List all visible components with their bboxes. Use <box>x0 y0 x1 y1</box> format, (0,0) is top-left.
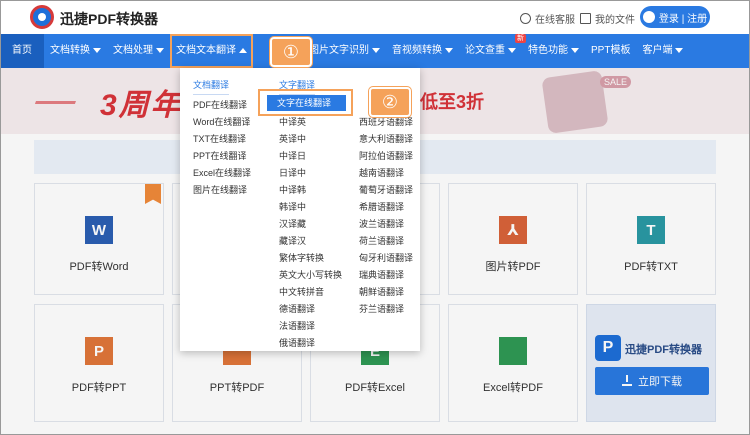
screenshot-border <box>0 0 750 435</box>
